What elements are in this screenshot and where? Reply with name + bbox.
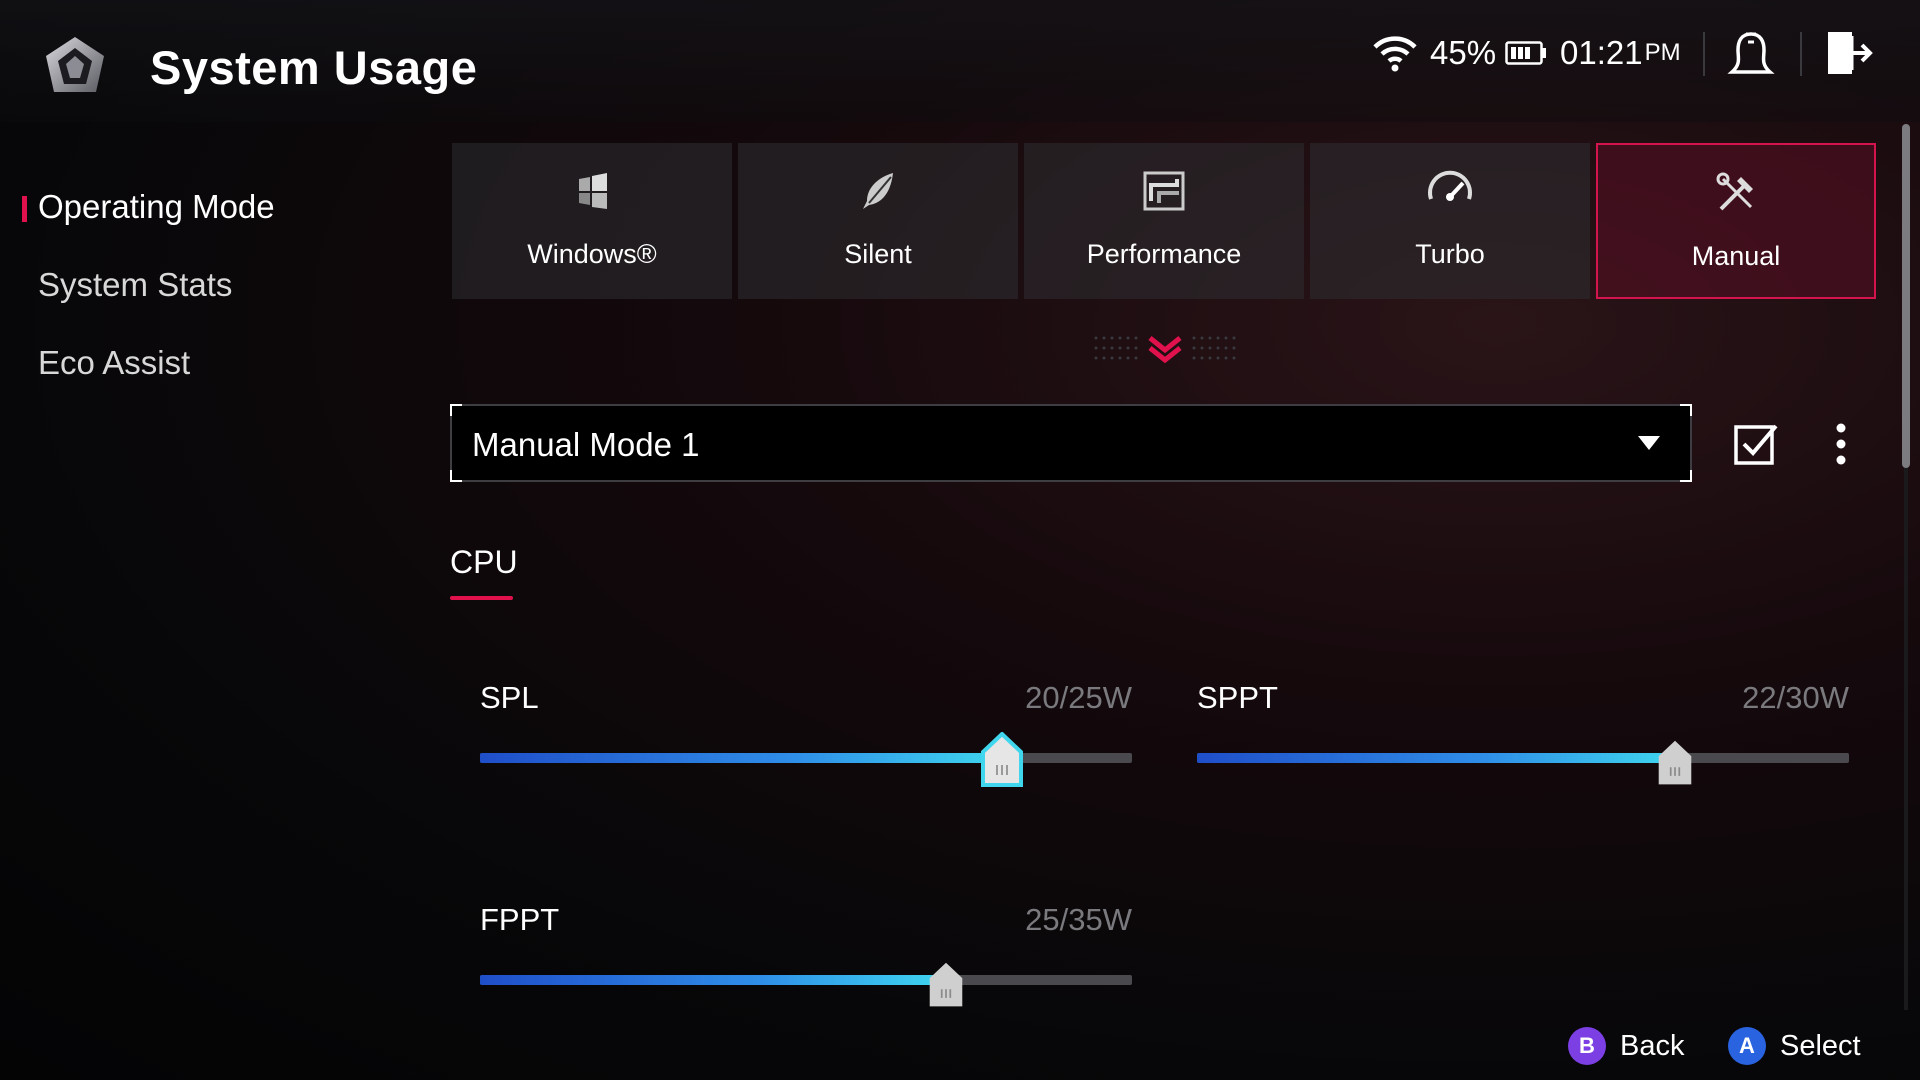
a-button-icon: A	[1728, 1027, 1766, 1065]
rog-logo-icon	[42, 34, 108, 100]
dropdown-arrow-icon	[1638, 436, 1660, 450]
battery-icon	[1505, 28, 1547, 78]
page-title: System Usage	[150, 41, 478, 94]
wifi-icon	[1372, 28, 1418, 78]
leaf-icon	[863, 173, 893, 209]
fppt-slider-fill	[480, 975, 946, 985]
tab-cpu[interactable]: CPU	[450, 544, 518, 581]
focus-corner	[1680, 470, 1692, 482]
mode-label: Manual	[1691, 241, 1781, 271]
mode-label: Turbo	[1415, 239, 1485, 269]
mode-label: Silent	[844, 239, 912, 269]
fppt-value: 25/35W	[1025, 902, 1132, 937]
user-profile-icon[interactable]	[1722, 28, 1780, 78]
apply-checkbox-icon[interactable]	[1733, 422, 1779, 466]
status-divider	[1703, 32, 1705, 76]
spl-slider-thumb[interactable]	[980, 732, 1024, 788]
spl-value: 20/25W	[1025, 680, 1132, 715]
sppt-slider-thumb[interactable]	[1656, 739, 1694, 787]
select-value: Manual Mode 1	[472, 426, 700, 463]
mode-performance-button[interactable]: Performance	[1024, 143, 1304, 299]
mode-label: Performance	[1086, 239, 1242, 269]
fppt-label: FPPT	[480, 902, 560, 937]
spl-slider-fill	[480, 753, 1002, 763]
focus-corner	[450, 404, 462, 416]
performance-icon	[1143, 171, 1185, 211]
sppt-value: 22/30W	[1742, 680, 1849, 715]
b-button-icon: B	[1568, 1027, 1606, 1065]
back-label: Back	[1620, 1029, 1685, 1062]
fppt-slider[interactable]	[480, 962, 1132, 1007]
mode-turbo-button[interactable]: Turbo	[1310, 143, 1590, 299]
fppt-slider-thumb[interactable]	[927, 961, 965, 1009]
spl-slider[interactable]	[480, 732, 1132, 787]
battery-percent: 45%	[1430, 34, 1497, 71]
focus-corner	[1680, 404, 1692, 416]
manual-mode-select[interactable]: Manual Mode 1	[450, 404, 1692, 482]
tab-underline	[450, 596, 513, 600]
sidebar-item-eco-assist[interactable]: Eco Assist	[38, 344, 190, 382]
sidebar-item-operating-mode[interactable]: Operating Mode	[38, 188, 275, 226]
status-divider	[1800, 32, 1802, 76]
scrollbar-thumb[interactable]	[1902, 124, 1910, 468]
clock-ampm: PM	[1644, 39, 1681, 66]
more-options-icon[interactable]	[1828, 420, 1854, 468]
tools-icon	[1716, 172, 1753, 211]
clock-time: 01:21	[1560, 34, 1643, 71]
select-label: Select	[1780, 1029, 1861, 1062]
mode-windows-button[interactable]: Windows®	[452, 143, 732, 299]
focus-corner	[450, 470, 462, 482]
sppt-label: SPPT	[1197, 680, 1278, 715]
sppt-slider[interactable]	[1197, 740, 1849, 785]
mode-silent-button[interactable]: Silent	[738, 143, 1018, 299]
select-hint[interactable]: A Select	[1728, 1024, 1861, 1068]
expand-chevron-icon[interactable]	[1092, 330, 1238, 370]
spl-label: SPL	[480, 680, 539, 715]
sidebar-item-system-stats[interactable]: System Stats	[38, 266, 232, 304]
mode-label: Windows®	[527, 239, 657, 269]
clock: 01:21 PM	[1560, 28, 1681, 78]
windows-icon	[579, 173, 607, 209]
back-hint[interactable]: B Back	[1568, 1024, 1684, 1068]
mode-manual-button[interactable]: Manual	[1596, 143, 1876, 299]
exit-icon[interactable]	[1822, 28, 1876, 78]
active-indicator	[22, 196, 27, 222]
sppt-slider-fill	[1197, 753, 1676, 763]
mode-tiles: Windows® Silent Performance Turbo Manual	[452, 143, 1878, 299]
turbo-gauge-icon	[1428, 170, 1472, 201]
